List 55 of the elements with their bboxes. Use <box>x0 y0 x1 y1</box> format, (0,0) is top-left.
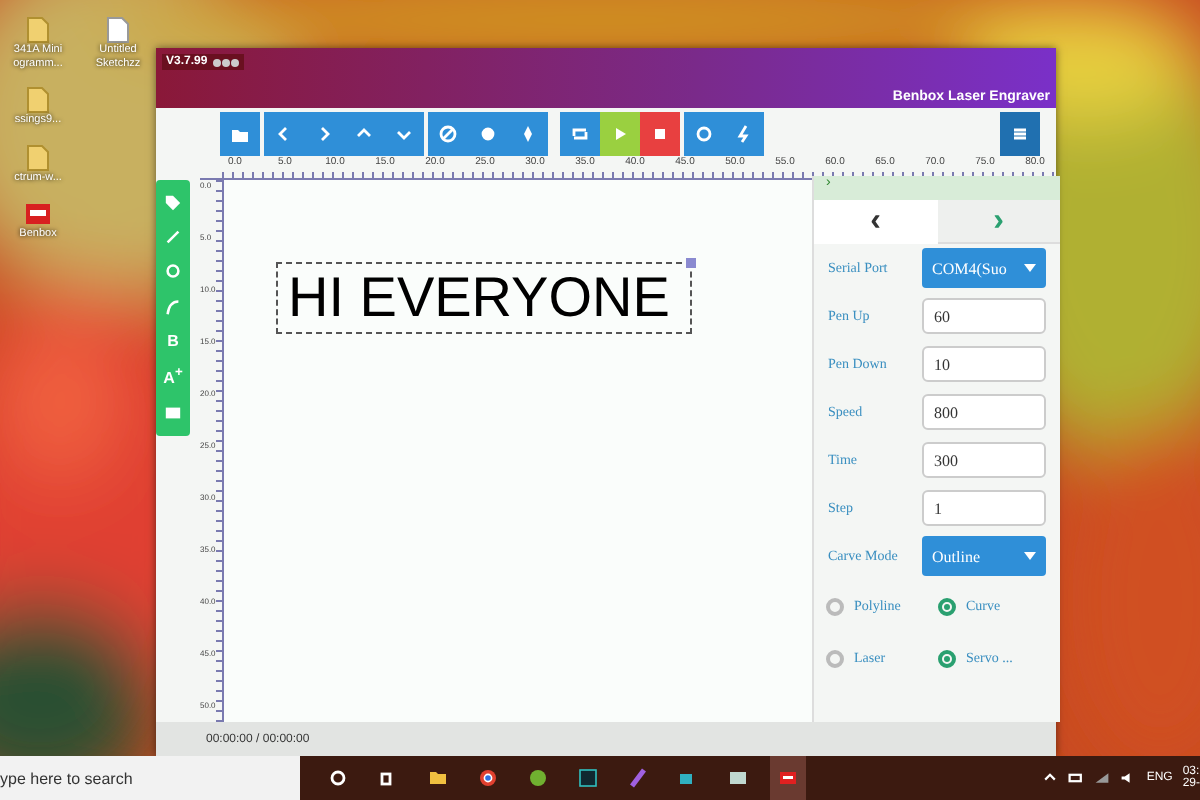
down-button[interactable] <box>384 112 424 156</box>
curve-icon <box>164 297 182 316</box>
line-icon <box>164 228 182 247</box>
document-icon <box>106 16 130 44</box>
app-icon <box>24 200 52 228</box>
bolt-button[interactable] <box>724 112 764 156</box>
dot-icon <box>478 124 498 144</box>
tag-icon <box>164 194 182 213</box>
window-controls-icon <box>211 57 240 67</box>
stop-icon <box>650 124 670 144</box>
caret-icon <box>1024 552 1036 560</box>
menu-icon <box>1010 124 1030 144</box>
select-field[interactable]: COM4(Suo <box>922 248 1046 288</box>
chevron-up-icon <box>1042 770 1059 786</box>
bolt-icon <box>734 124 754 144</box>
left-button[interactable] <box>264 112 304 156</box>
file-icon <box>26 143 50 171</box>
ban-icon <box>438 124 458 144</box>
move-button[interactable] <box>508 112 548 156</box>
menu-button[interactable] <box>1000 112 1040 156</box>
input-field[interactable]: 1 <box>922 490 1046 526</box>
input-field[interactable]: 60 <box>922 298 1046 334</box>
text-tool[interactable]: A$^{+}$ <box>163 366 183 388</box>
stop-sign-button[interactable] <box>428 112 468 156</box>
repeat-button[interactable] <box>560 112 600 156</box>
circle-icon <box>694 124 714 144</box>
input-field[interactable]: 800 <box>922 394 1046 430</box>
repeat-icon <box>570 124 590 144</box>
radio-button[interactable] <box>938 597 956 615</box>
target-button[interactable] <box>684 112 724 156</box>
file-icon <box>26 86 50 114</box>
play-icon <box>610 124 630 144</box>
folder-icon <box>230 124 250 144</box>
search-field[interactable]: ype here to search <box>0 756 300 800</box>
play-button[interactable] <box>600 112 640 156</box>
selection-box[interactable]: HI EVERYONE <box>276 262 692 334</box>
select-field[interactable]: Outline <box>922 536 1046 576</box>
image-icon <box>164 403 182 422</box>
input-field[interactable]: 300 <box>922 442 1046 478</box>
radio-button[interactable] <box>826 597 844 615</box>
open-button[interactable] <box>220 112 260 156</box>
stop-button[interactable] <box>640 112 680 156</box>
circle-icon <box>164 262 182 281</box>
caret-icon <box>1024 264 1036 272</box>
radio-button[interactable] <box>938 649 956 667</box>
file-icon <box>26 16 50 44</box>
resize-handle[interactable] <box>685 258 696 268</box>
move-icon <box>518 124 538 144</box>
canvas-text: HI EVERYONE <box>288 270 670 326</box>
text-tool[interactable]: B <box>167 331 179 350</box>
battery-icon <box>1068 770 1085 786</box>
radio-button[interactable] <box>826 649 844 667</box>
input-field[interactable]: 10 <box>922 346 1046 382</box>
panel-tab[interactable]: › <box>937 200 1060 244</box>
panel-tab[interactable]: ‹ <box>814 200 937 244</box>
